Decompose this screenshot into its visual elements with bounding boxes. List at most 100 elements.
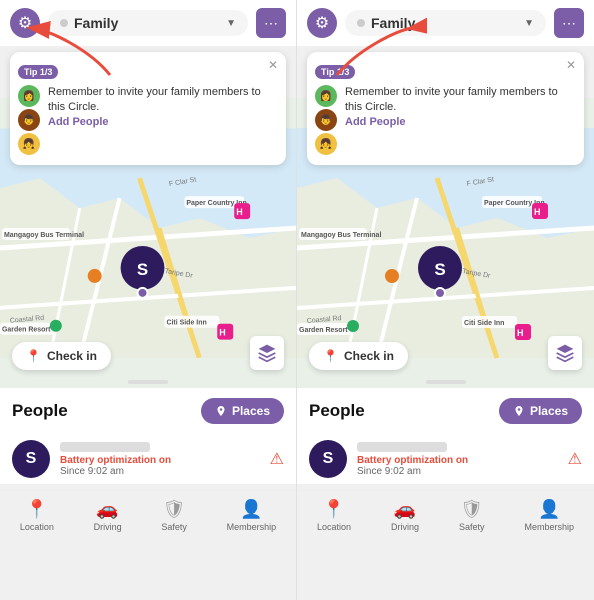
tip-text: Remember to invite your family members t… [345, 85, 574, 116]
svg-text:H: H [517, 328, 524, 338]
header: ⚙ Family ▼ ⋯ [0, 0, 296, 46]
since-text: Since 9:02 am [357, 466, 558, 477]
tip-avatars: 👩 👦 👧 [315, 85, 337, 155]
checkin-icon: 📍 [26, 349, 41, 363]
bottom-nav: 📍 Location 🚗 Driving 🛡 Safety 👤 Membersh… [297, 490, 594, 538]
person-row: S Battery optimization on Since 9:02 am … [12, 434, 284, 484]
nav-location[interactable]: 📍 Location [317, 499, 351, 532]
checkin-button[interactable]: 📍 Check in [12, 342, 111, 370]
svg-text:Garden Resort: Garden Resort [2, 327, 51, 334]
person-avatar: S [309, 440, 347, 478]
people-header: People Places [309, 398, 582, 424]
header: ⚙ Family ▼ ⋯ [297, 0, 594, 46]
nav-safety-label: Safety [459, 522, 485, 532]
tip-banner: Tip 1/3 👩 👦 👧 Remember to invite your fa… [10, 52, 286, 165]
bottom-panel: People Places S Battery optimization on … [297, 388, 594, 484]
person-avatar: S [12, 440, 50, 478]
person-row: S Battery optimization on Since 9:02 am … [309, 434, 582, 484]
bottom-panel: People Places S Battery optimization on … [0, 388, 296, 484]
family-dot [357, 19, 365, 27]
tip-close-icon[interactable]: ✕ [268, 58, 278, 72]
phone-panel-left: ⚙ Family ▼ ⋯ Tip 1/3 👩 👦 👧 Remember to i… [0, 0, 297, 600]
person-info: Battery optimization on Since 9:02 am [357, 442, 558, 477]
tip-text: Remember to invite your family members t… [48, 85, 276, 116]
membership-nav-icon: 👤 [538, 499, 560, 520]
nav-driving[interactable]: 🚗 Driving [391, 499, 419, 532]
nav-driving-label: Driving [391, 522, 419, 532]
svg-text:Citi Side Inn: Citi Side Inn [166, 320, 206, 327]
chevron-down-icon: ▼ [524, 18, 534, 29]
avatar-brown: 👦 [315, 109, 337, 131]
tip-close-icon[interactable]: ✕ [566, 58, 576, 72]
chat-icon[interactable]: ⋯ [256, 8, 286, 38]
svg-text:S: S [137, 260, 148, 279]
people-header: People Places [12, 398, 284, 424]
phone-panel-right: ⚙ Family ▼ ⋯ Tip 1/3 👩 👦 👧 Remember to i… [297, 0, 594, 600]
avatar-yellow: 👧 [315, 133, 337, 155]
chevron-down-icon: ▼ [226, 18, 236, 29]
since-text: Since 9:02 am [60, 466, 260, 477]
people-title: People [309, 401, 365, 421]
svg-text:Mangagoy Bus Terminal: Mangagoy Bus Terminal [4, 232, 84, 239]
add-people-link[interactable]: Add People [48, 116, 276, 128]
warning-icon: ⚠ [568, 449, 582, 469]
svg-text:Citi Side Inn: Citi Side Inn [464, 320, 504, 327]
nav-membership[interactable]: 👤 Membership [227, 499, 277, 532]
nav-safety[interactable]: 🛡 Safety [161, 499, 187, 532]
family-label: Family [74, 15, 118, 31]
layers-button[interactable] [250, 336, 284, 370]
avatar-green: 👩 [18, 85, 40, 107]
person-name-blurred [60, 442, 150, 452]
svg-text:S: S [434, 260, 445, 279]
people-title: People [12, 401, 68, 421]
places-button[interactable]: Places [201, 398, 284, 424]
nav-safety-label: Safety [161, 522, 187, 532]
svg-text:H: H [236, 207, 242, 217]
tip-label: Tip 1/3 [315, 65, 355, 79]
nav-membership[interactable]: 👤 Membership [524, 499, 574, 532]
battery-warning: Battery optimization on [357, 455, 558, 466]
person-info: Battery optimization on Since 9:02 am [60, 442, 260, 477]
checkin-label: Check in [47, 349, 97, 363]
checkin-icon: 📍 [323, 349, 338, 363]
tip-avatars: 👩 👦 👧 [18, 85, 40, 155]
location-nav-icon: 📍 [26, 499, 48, 520]
scroll-indicator [426, 380, 466, 384]
chat-icon[interactable]: ⋯ [554, 8, 584, 38]
places-button[interactable]: Places [499, 398, 582, 424]
nav-safety[interactable]: 🛡 Safety [459, 499, 485, 532]
family-label: Family [371, 15, 415, 31]
nav-driving[interactable]: 🚗 Driving [94, 499, 122, 532]
svg-text:Garden Resort: Garden Resort [299, 327, 348, 334]
nav-location-label: Location [20, 522, 54, 532]
person-name-blurred [357, 442, 447, 452]
nav-driving-label: Driving [94, 522, 122, 532]
driving-nav-icon: 🚗 [394, 499, 416, 520]
safety-nav-icon: 🛡 [163, 499, 186, 520]
family-pill[interactable]: Family ▼ [48, 10, 248, 36]
svg-text:H: H [219, 328, 225, 338]
avatar-brown: 👦 [18, 109, 40, 131]
location-nav-icon: 📍 [323, 499, 345, 520]
gear-icon[interactable]: ⚙ [307, 8, 337, 38]
avatar-yellow: 👧 [18, 133, 40, 155]
battery-warning: Battery optimization on [60, 455, 260, 466]
gear-icon[interactable]: ⚙ [10, 8, 40, 38]
tip-banner: Tip 1/3 👩 👦 👧 Remember to invite your fa… [307, 52, 584, 165]
bottom-nav: 📍 Location 🚗 Driving 🛡 Safety 👤 Membersh… [0, 490, 296, 538]
family-pill[interactable]: Family ▼ [345, 10, 546, 36]
membership-nav-icon: 👤 [240, 499, 262, 520]
checkin-button[interactable]: 📍 Check in [309, 342, 408, 370]
nav-membership-label: Membership [227, 522, 277, 532]
safety-nav-icon: 🛡 [460, 499, 483, 520]
family-dot [60, 19, 68, 27]
driving-nav-icon: 🚗 [96, 499, 118, 520]
checkin-label: Check in [344, 349, 394, 363]
nav-location-label: Location [317, 522, 351, 532]
layers-button[interactable] [548, 336, 582, 370]
scroll-indicator [128, 380, 168, 384]
nav-location[interactable]: 📍 Location [20, 499, 54, 532]
add-people-link[interactable]: Add People [345, 116, 574, 128]
nav-membership-label: Membership [524, 522, 574, 532]
avatar-green: 👩 [315, 85, 337, 107]
